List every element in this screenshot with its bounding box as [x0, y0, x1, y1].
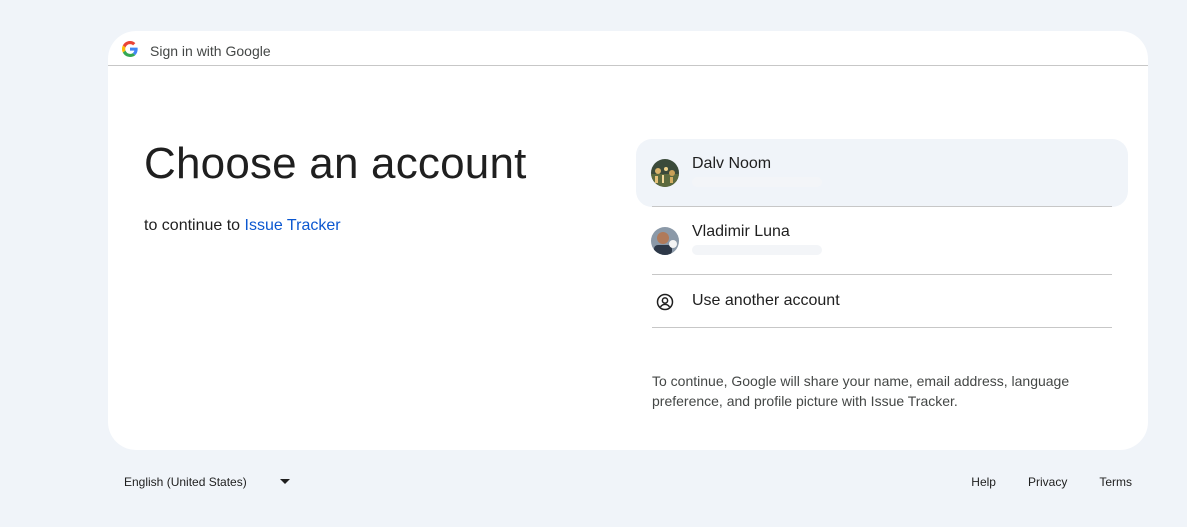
account-name: Dalv Noom	[692, 155, 772, 172]
help-link[interactable]: Help	[955, 475, 1012, 489]
language-label: English (United States)	[124, 475, 247, 489]
privacy-link[interactable]: Privacy	[1012, 475, 1083, 489]
page-title: Choose an account	[144, 139, 527, 188]
account-row-dalv-noom[interactable]: Dalv Noom	[636, 139, 1128, 207]
account-list: Dalv Noom Vladimir Luna Use another acco…	[636, 139, 1128, 328]
app-name-link[interactable]: Issue Tracker	[245, 217, 341, 234]
account-email-redacted	[692, 177, 822, 187]
subtitle-prefix: to continue to	[144, 217, 241, 234]
use-another-account-button[interactable]: Use another account	[636, 275, 1128, 328]
person-circle-icon	[656, 293, 674, 311]
card-header: Sign in with Google	[108, 31, 1148, 66]
dropdown-caret-icon	[280, 479, 290, 484]
account-row-vladimir-luna[interactable]: Vladimir Luna	[636, 207, 1128, 275]
divider	[652, 327, 1112, 328]
header-title: Sign in with Google	[150, 43, 271, 59]
account-name: Vladimir Luna	[692, 223, 790, 240]
subtitle: to continue to Issue Tracker	[144, 217, 341, 235]
google-logo-icon	[122, 41, 138, 57]
terms-link[interactable]: Terms	[1083, 475, 1132, 489]
avatar	[651, 227, 679, 255]
use-another-account-label: Use another account	[692, 292, 840, 309]
sign-in-card: Sign in with Google Choose an account to…	[108, 31, 1148, 450]
language-selector[interactable]: English (United States)	[116, 466, 302, 498]
account-email-redacted	[692, 245, 822, 255]
footer-links: Help Privacy Terms	[955, 475, 1132, 489]
consent-disclaimer: To continue, Google will share your name…	[652, 373, 1070, 409]
avatar	[651, 159, 679, 187]
